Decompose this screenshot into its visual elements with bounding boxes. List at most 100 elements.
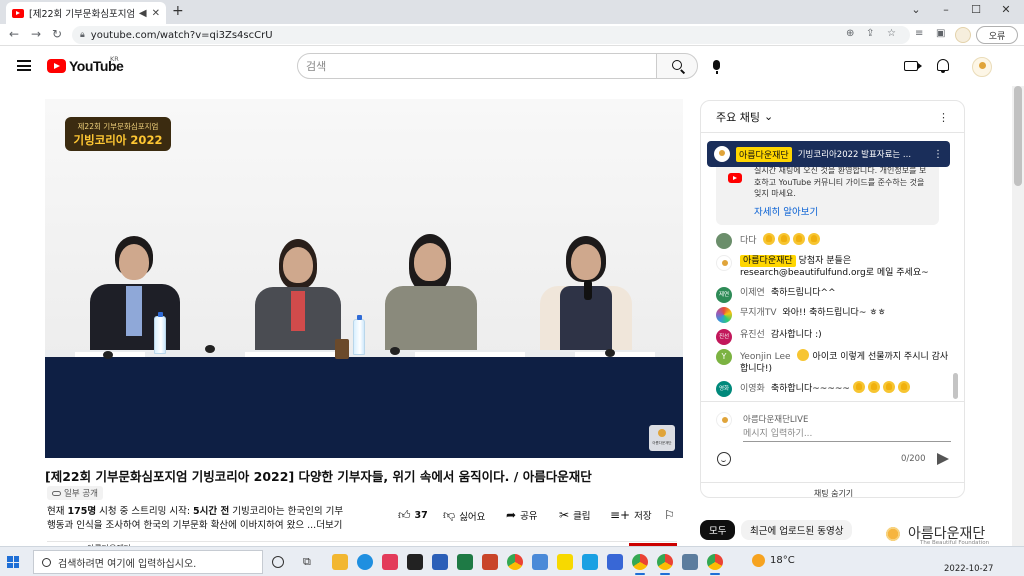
app-icon[interactable]: [682, 554, 698, 570]
filter-chip-recent[interactable]: 최근에 업로드된 동영상: [741, 520, 853, 540]
chrome-icon[interactable]: [507, 554, 523, 570]
chat-scrollbar[interactable]: [953, 373, 958, 399]
reading-list-icon[interactable]: ≡: [915, 28, 923, 39]
clap-emoji-icon: [777, 233, 790, 245]
region-code: KR: [110, 55, 119, 63]
video-description[interactable]: 현재 175명 시청 중 스트리밍 시작: 5시간 전 기빙코리아는 한국인의 …: [47, 505, 377, 533]
file-explorer-icon[interactable]: [332, 554, 348, 570]
pinned-more-icon[interactable]: ⋮: [933, 149, 943, 160]
pinned-message[interactable]: 아름다운재단 기빙코리아2022 발표자료는 ... ⋮: [707, 141, 950, 167]
taskbar-search-input[interactable]: 검색하려면 여기에 입력하십시오.: [33, 550, 263, 574]
hamburger-menu-icon[interactable]: [17, 60, 31, 71]
hide-chat-button[interactable]: 채팅 숨기기: [701, 482, 964, 497]
speaker-icon[interactable]: ◀: [139, 8, 147, 19]
viewer-avatar: [716, 412, 732, 428]
dislike-button[interactable]: 👎︎ 싫어요: [443, 508, 485, 523]
browser-error-button[interactable]: 오류: [976, 26, 1018, 44]
browser-tab[interactable]: [제22회 기부문화심포지엄 기 ◀ ✕: [6, 2, 166, 24]
browser-toolbar: ← → ↻ 🔒︎ youtube.com/watch?v=qi3Zs4scCrU…: [0, 24, 1024, 46]
search-input[interactable]: 검색: [297, 53, 657, 79]
maximize-button[interactable]: ☐: [966, 3, 986, 16]
message-text: 감사합니다 :): [770, 330, 822, 340]
send-icon[interactable]: [937, 453, 949, 465]
tab-close-icon[interactable]: ✕: [152, 8, 160, 19]
chat-message[interactable]: 다다: [716, 233, 956, 249]
share-page-icon[interactable]: ⇪: [866, 28, 874, 39]
account-avatar[interactable]: [972, 57, 992, 77]
message-text: 축하합니다~~~~~: [770, 384, 850, 394]
learn-more-link[interactable]: 자세히 알아보기: [754, 204, 818, 218]
chat-message[interactable]: 아름다운재단 당첨자 분들은 research@beautifulfund.or…: [716, 255, 956, 279]
more-link[interactable]: ...더보기: [307, 520, 342, 531]
new-tab-button[interactable]: +: [172, 3, 184, 19]
chat-message-input[interactable]: 메시지 입력하기...: [743, 426, 951, 442]
chat-message[interactable]: 영화 이영화 축하합니다~~~~~: [716, 381, 956, 397]
message-author: 무지개TV: [740, 308, 777, 318]
cortana-icon[interactable]: [272, 556, 284, 568]
tab-search-icon[interactable]: ⌄: [906, 3, 926, 16]
browser-profile-avatar[interactable]: [955, 27, 971, 43]
chat-message[interactable]: 진선 유진선 감사합니다 :): [716, 329, 956, 345]
voice-search-mic-icon[interactable]: [713, 60, 720, 74]
clip-button[interactable]: ✂ 클립: [559, 508, 591, 522]
scissors-icon: ✂: [559, 508, 570, 522]
viewer-count: 175명: [67, 506, 97, 517]
video-player[interactable]: 제22회 기부문화심포지엄 기빙코리아 2022 아름다운재단: [45, 99, 683, 458]
chat-message[interactable]: 제연 이제연 축하드립니다^^: [716, 287, 956, 303]
address-bar[interactable]: 🔒︎ youtube.com/watch?v=qi3Zs4scCrU: [72, 26, 910, 44]
filter-chip-all[interactable]: 모두: [700, 520, 736, 540]
youtube-play-icon: [47, 59, 66, 73]
chrome-icon[interactable]: [657, 554, 673, 575]
event-badge: 제22회 기부문화심포지엄 기빙코리아 2022: [65, 117, 171, 151]
powerpoint-icon[interactable]: [482, 554, 498, 570]
dislike-label: 싫어요: [459, 511, 486, 523]
terminal-icon[interactable]: [407, 554, 423, 570]
chat-more-icon[interactable]: ⋮: [938, 111, 949, 124]
app-icon[interactable]: [382, 554, 398, 570]
search-button[interactable]: [656, 53, 698, 79]
install-icon[interactable]: ⊕: [846, 28, 854, 39]
tab-title: [제22회 기부문화심포지엄 기: [29, 9, 134, 20]
save-button[interactable]: ≡+ 저장: [610, 508, 652, 522]
chat-message[interactable]: Y Yeonjin Lee 아이코 이렇게 선물까지 주시니 감사합니다!): [716, 349, 956, 375]
page-scrollbar[interactable]: [1012, 86, 1024, 546]
close-window-button[interactable]: ✕: [996, 3, 1016, 16]
like-button[interactable]: 👍︎ 37: [398, 508, 428, 523]
word-icon[interactable]: [432, 554, 448, 570]
weather-widget[interactable]: 18°C: [752, 554, 795, 567]
share-button[interactable]: ➦ 공유: [506, 508, 538, 522]
panelist-3: [385, 234, 477, 366]
app-icon[interactable]: [607, 554, 623, 570]
kakaotalk-icon[interactable]: [557, 554, 573, 570]
stats-mid: 시청 중 스트리밍 시작:: [96, 506, 194, 517]
app-icon[interactable]: [582, 554, 598, 570]
windows-start-icon[interactable]: [7, 556, 19, 568]
emoji-picker-icon[interactable]: [717, 452, 731, 466]
table-mic: [605, 349, 615, 357]
reload-icon[interactable]: ↻: [52, 27, 62, 41]
edge-browser-icon[interactable]: [357, 554, 373, 570]
minimize-button[interactable]: –: [936, 3, 956, 16]
clap-emoji-icon: [762, 233, 775, 245]
create-video-icon[interactable]: [904, 61, 922, 71]
foundation-logo-icon: [714, 146, 730, 162]
chrome-icon[interactable]: [632, 554, 648, 575]
page-scroll-thumb[interactable]: [1014, 86, 1022, 186]
forward-arrow-icon[interactable]: →: [31, 27, 41, 41]
task-view-icon[interactable]: ⧉: [303, 555, 311, 569]
chat-message[interactable]: 무지개TV 와아!! 축하드립니다~ ㅎㅎ: [716, 307, 956, 323]
side-panel-icon[interactable]: ▣: [936, 28, 945, 39]
visibility-label: 일부 공개: [64, 489, 98, 499]
bookmark-star-icon[interactable]: ☆: [887, 28, 896, 39]
panelist-2: [255, 239, 341, 367]
report-button[interactable]: ⚐: [664, 508, 675, 522]
chat-header[interactable]: 주요 채팅 ⌄: [701, 101, 964, 133]
avatar: [716, 255, 732, 271]
app-icon[interactable]: [532, 554, 548, 570]
excel-icon[interactable]: [457, 554, 473, 570]
back-arrow-icon[interactable]: ←: [9, 27, 19, 41]
temperature: 18°C: [770, 555, 795, 566]
chrome-icon[interactable]: [707, 554, 723, 575]
taskbar-date[interactable]: 2022-10-27: [944, 564, 993, 574]
notifications-bell-icon[interactable]: [937, 59, 949, 73]
